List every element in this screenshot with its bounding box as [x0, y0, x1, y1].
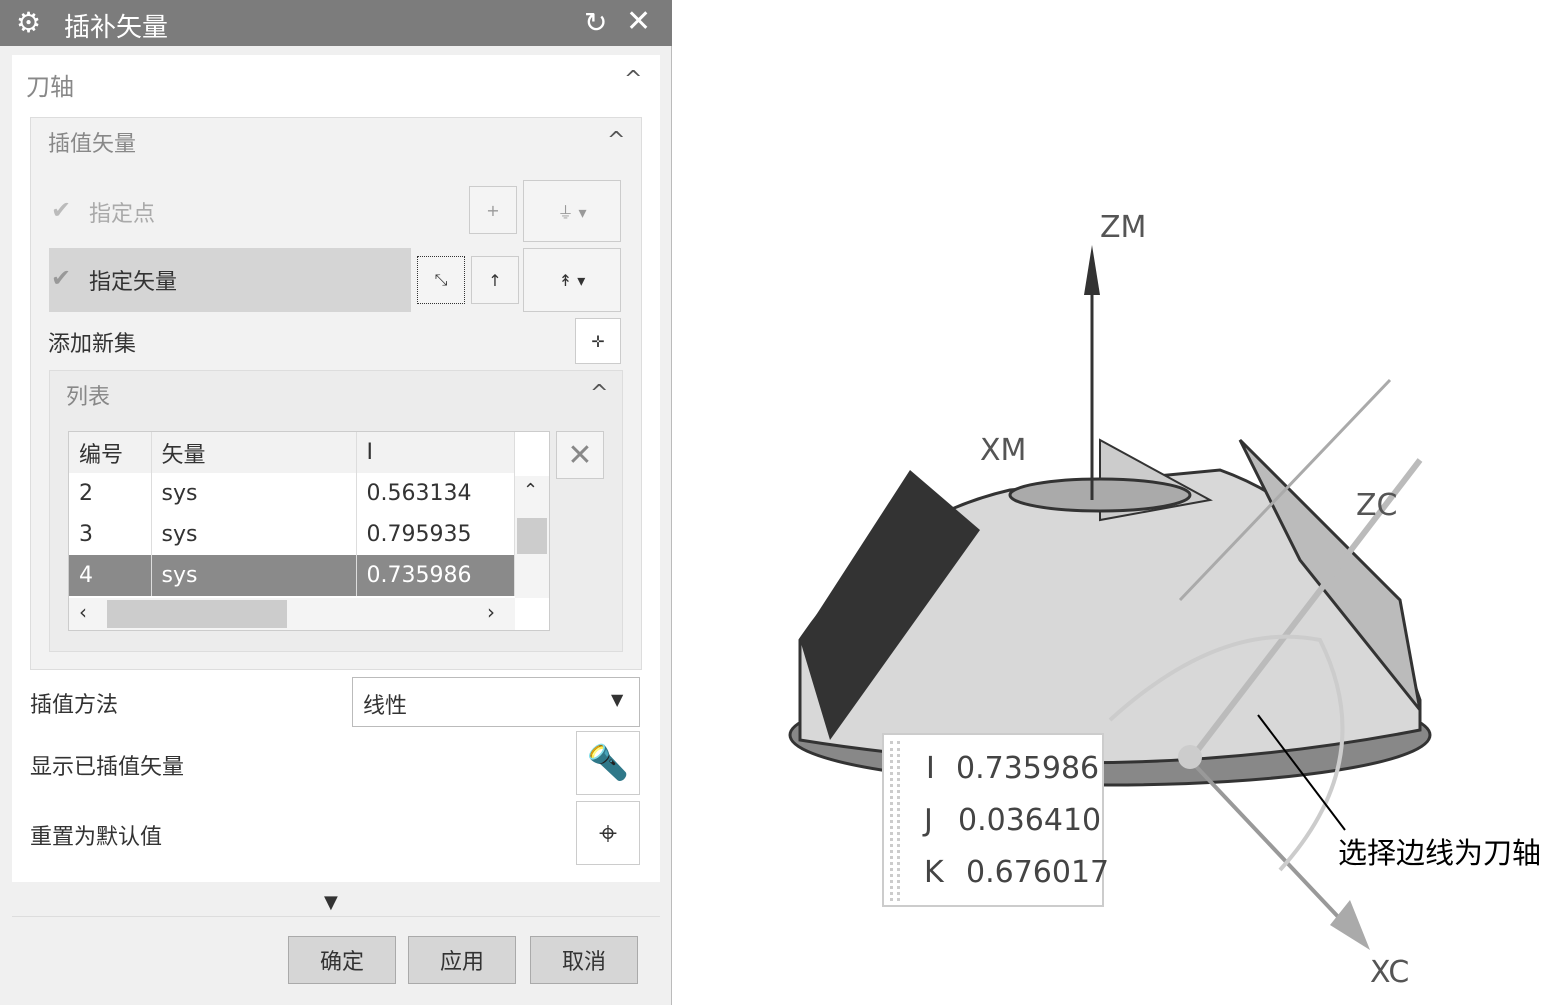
list-group: 列表 ^ 编号 矢量 I 2 sys 0.563134 3 sys 0.795935 4…: [49, 370, 623, 652]
expand-more-icon[interactable]: ▼: [324, 892, 338, 913]
cell-i: 0.735986: [356, 555, 515, 596]
scroll-thumb[interactable]: [107, 600, 287, 628]
chevron-up-icon[interactable]: ^: [590, 381, 608, 406]
cell-vector: sys: [151, 555, 357, 596]
scroll-up-icon[interactable]: ⌃: [523, 480, 538, 501]
interpolate-vector-dialog: ⚙ 插补矢量 ↻ ✕ 刀轴 ^ 插值矢量 ^ ✔ 指定点 + ⏚ ▾ ✔ 指定矢…: [0, 0, 672, 1005]
scroll-right-icon[interactable]: ›: [487, 600, 495, 624]
show-vectors-label: 显示已插值矢量: [30, 755, 185, 780]
check-icon: ✔: [51, 196, 72, 224]
method-value: 线性: [363, 694, 408, 719]
vertical-scrollbar[interactable]: ⌃: [515, 476, 549, 598]
specify-vector-row[interactable]: ✔ 指定矢量: [49, 248, 411, 312]
reverse-direction-button[interactable]: ⤡: [417, 256, 465, 304]
table-row[interactable]: 3 sys 0.795935: [69, 514, 515, 555]
flashlight-button[interactable]: 🔦: [576, 731, 640, 795]
specify-point-label: 指定点: [89, 202, 156, 227]
vector-type-dropdown[interactable]: ↟ ▾: [523, 248, 621, 312]
method-select[interactable]: 线性 ▼: [352, 677, 640, 727]
divider: [12, 916, 660, 917]
i-value: 0.735986: [956, 751, 1100, 786]
vector-table: 编号 矢量 I 2 sys 0.563134 3 sys 0.795935 4 sys 0.…: [68, 431, 550, 631]
check-icon: ✔: [51, 264, 72, 292]
cell-i: 0.563134: [356, 473, 515, 514]
table-row[interactable]: 2 sys 0.563134: [69, 473, 515, 514]
delete-button[interactable]: ✕: [556, 431, 604, 479]
k-label: K: [924, 855, 944, 890]
col-i[interactable]: I: [356, 432, 515, 473]
axis-label-zc: ZC: [1356, 488, 1398, 523]
axis-label-xc: XC: [1370, 955, 1410, 990]
specify-vector-label: 指定矢量: [89, 270, 178, 295]
callout-annotation: 选择边线为刀轴: [1338, 836, 1542, 870]
drag-handle[interactable]: [890, 741, 900, 901]
dialog-body: 刀轴 ^ 插值矢量 ^ ✔ 指定点 + ⏚ ▾ ✔ 指定矢量 ⤡ ↑ ↟ ▾ 添…: [12, 55, 660, 882]
add-new-set-label: 添加新集: [48, 332, 137, 357]
scroll-thumb[interactable]: [517, 518, 547, 554]
method-label: 插值方法: [30, 693, 119, 718]
reset-icon[interactable]: ↻: [584, 6, 607, 39]
j-label: J: [924, 803, 933, 838]
apply-button[interactable]: 应用: [408, 936, 516, 984]
point-dialog-button[interactable]: +: [469, 186, 517, 234]
add-new-set-button[interactable]: ✛: [575, 318, 621, 364]
j-value: 0.036410: [958, 803, 1102, 838]
chevron-down-icon: ▼: [611, 690, 624, 709]
k-value: 0.676017: [966, 855, 1110, 890]
reset-default-button[interactable]: ⌖: [576, 801, 640, 865]
horizontal-scrollbar[interactable]: ‹ ›: [69, 598, 515, 630]
vector-dialog-button[interactable]: ↑: [471, 256, 519, 304]
table-header: 编号 矢量 I: [69, 432, 515, 473]
graphics-viewport[interactable]: ZM XM ZC XC I 0.735986 J 0.036410 K 0.67…: [680, 0, 1559, 1005]
axis-label-zm: ZM: [1100, 210, 1147, 245]
table-row-selected[interactable]: 4 sys 0.735986: [69, 555, 515, 596]
list-heading[interactable]: 列表: [66, 379, 110, 411]
cell-id: 3: [69, 514, 152, 555]
scroll-left-icon[interactable]: ‹: [79, 600, 87, 624]
gear-icon[interactable]: ⚙: [16, 6, 41, 39]
tool-axis-heading[interactable]: 刀轴: [26, 67, 74, 102]
chevron-up-icon[interactable]: ^: [607, 128, 625, 153]
ijk-readout-box: I 0.735986 J 0.036410 K 0.676017: [882, 733, 1109, 907]
i-label: I: [926, 751, 935, 786]
cell-id: 2: [69, 473, 152, 514]
point-type-dropdown[interactable]: ⏚ ▾: [523, 180, 621, 242]
close-icon[interactable]: ✕: [626, 4, 651, 39]
reset-label: 重置为默认值: [30, 825, 163, 850]
col-vector[interactable]: 矢量: [151, 432, 357, 473]
cell-id: 4: [69, 555, 152, 596]
axis-label-xm: XM: [980, 433, 1027, 468]
cell-vector: sys: [151, 473, 357, 514]
chevron-up-icon[interactable]: ^: [624, 67, 642, 92]
ok-button[interactable]: 确定: [288, 936, 396, 984]
interp-vector-heading[interactable]: 插值矢量: [48, 126, 136, 158]
dialog-title: 插补矢量: [64, 13, 169, 43]
title-bar: ⚙ 插补矢量 ↻ ✕: [0, 0, 672, 46]
cell-i: 0.795935: [356, 514, 515, 555]
col-id[interactable]: 编号: [69, 432, 152, 473]
cell-vector: sys: [151, 514, 357, 555]
cancel-button[interactable]: 取消: [530, 936, 638, 984]
interp-vector-group: 插值矢量 ^ ✔ 指定点 + ⏚ ▾ ✔ 指定矢量 ⤡ ↑ ↟ ▾ 添加新集 ✛…: [30, 117, 642, 670]
